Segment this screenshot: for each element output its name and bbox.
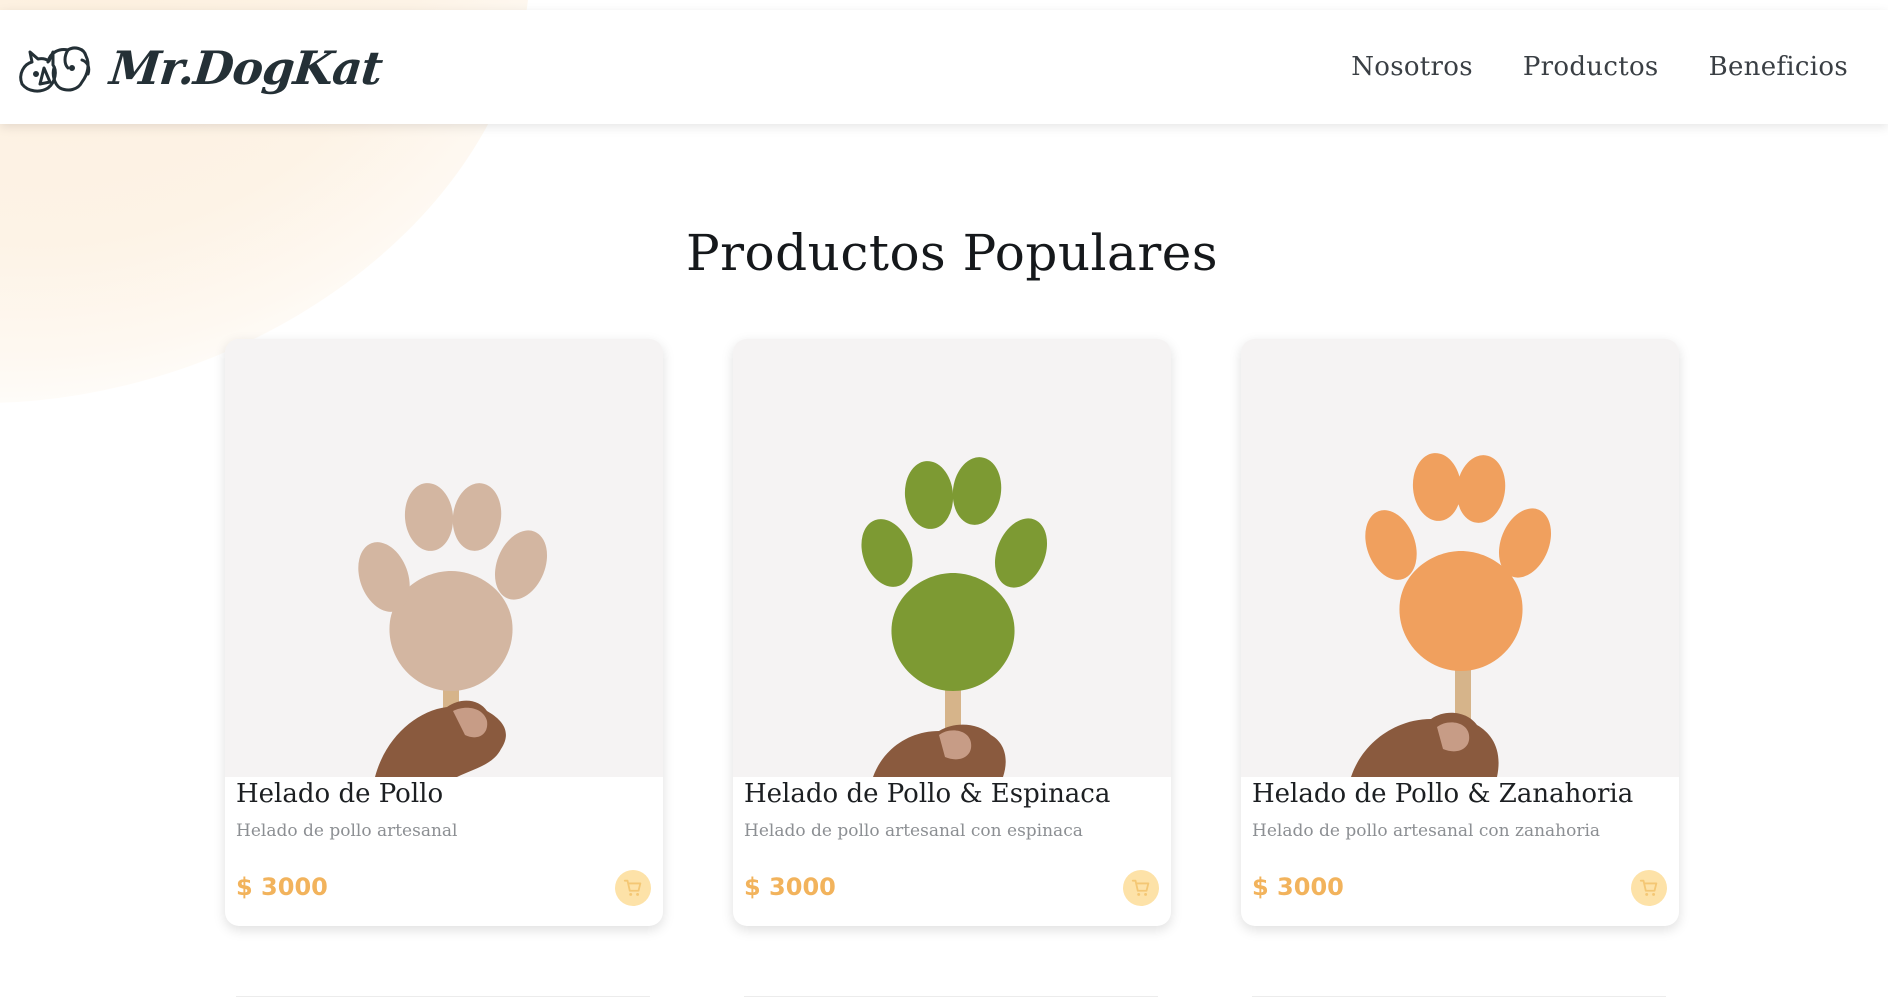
paw-popsicle-image [1241, 339, 1679, 777]
main-nav: Nosotros Productos Beneficios [1351, 52, 1848, 82]
brand-logo[interactable]: Mr.DogKat [16, 38, 385, 98]
product-price: $ 3000 [236, 873, 328, 901]
product-description: Helado de pollo artesanal [236, 821, 458, 841]
product-image[interactable] [733, 339, 1171, 777]
product-card[interactable]: Helado de Pollo Helado de pollo artesana… [225, 339, 663, 926]
product-title: Helado de Pollo [236, 779, 444, 809]
add-to-cart-button[interactable] [1631, 870, 1667, 906]
product-description: Helado de pollo artesanal con espinaca [744, 821, 1083, 841]
nav-link-beneficios[interactable]: Beneficios [1709, 52, 1848, 82]
paw-popsicle-image [733, 339, 1171, 777]
cart-icon [1639, 879, 1658, 896]
add-to-cart-button[interactable] [615, 870, 651, 906]
site-header: Mr.DogKat Nosotros Productos Beneficios [0, 10, 1888, 124]
brand-name: Mr.DogKat [107, 41, 385, 95]
paw-popsicle-image [225, 339, 663, 777]
product-price: $ 3000 [744, 873, 836, 901]
product-image[interactable] [225, 339, 663, 777]
nav-link-nosotros[interactable]: Nosotros [1351, 52, 1473, 82]
page: Mr.DogKat Nosotros Productos Beneficios … [0, 0, 1888, 997]
product-title: Helado de Pollo & Espinaca [744, 779, 1111, 809]
dog-cat-logo-icon [19, 46, 91, 93]
section-title: Productos Populares [686, 224, 1218, 282]
product-description: Helado de pollo artesanal con zanahoria [1252, 821, 1601, 841]
product-card[interactable]: Helado de Pollo & Espinaca Helado de pol… [733, 339, 1171, 926]
cart-icon [1131, 879, 1150, 896]
nav-link-productos[interactable]: Productos [1523, 52, 1659, 82]
cart-icon [623, 879, 642, 896]
product-card[interactable]: Helado de Pollo & Zanahoria Helado de po… [1241, 339, 1679, 926]
product-grid: Helado de Pollo Helado de pollo artesana… [225, 339, 1679, 926]
add-to-cart-button[interactable] [1123, 870, 1159, 906]
product-title: Helado de Pollo & Zanahoria [1252, 779, 1634, 809]
product-image[interactable] [1241, 339, 1679, 777]
product-price: $ 3000 [1252, 873, 1344, 901]
